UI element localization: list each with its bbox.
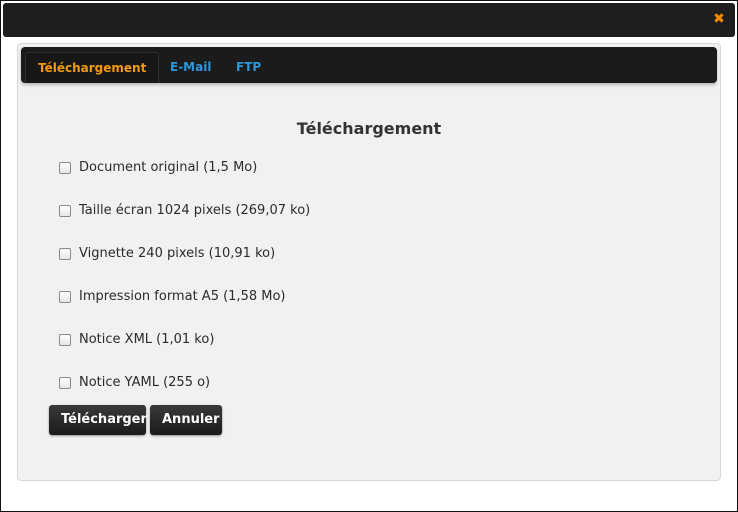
option-label: Vignette 240 pixels (10,91 ko) bbox=[79, 246, 276, 261]
checkbox[interactable] bbox=[59, 334, 71, 346]
option-label: Document original (1,5 Mo) bbox=[79, 160, 258, 175]
checkbox[interactable] bbox=[59, 291, 71, 303]
tab-telechargement[interactable]: Téléchargement bbox=[25, 52, 160, 83]
checkbox[interactable] bbox=[59, 162, 71, 174]
tab-ftp[interactable]: FTP bbox=[224, 52, 273, 83]
checkbox[interactable] bbox=[59, 248, 71, 260]
close-icon[interactable]: ✖ bbox=[712, 12, 726, 26]
download-button[interactable]: Télécharger bbox=[49, 405, 147, 435]
option-label: Notice YAML (255 o) bbox=[79, 375, 211, 390]
dialog-titlebar: ✖ bbox=[3, 3, 735, 37]
download-dialog: ✖ Téléchargement E-Mail FTP Téléchargeme… bbox=[0, 0, 738, 512]
option-label: Impression format A5 (1,58 Mo) bbox=[79, 289, 286, 304]
dialog-panel: Téléchargement E-Mail FTP Téléchargement… bbox=[17, 43, 721, 481]
option-label: Notice XML (1,01 ko) bbox=[79, 332, 215, 347]
checkbox[interactable] bbox=[59, 377, 71, 389]
checkbox[interactable] bbox=[59, 205, 71, 217]
tab-email[interactable]: E-Mail bbox=[158, 52, 223, 83]
tab-bar: Téléchargement E-Mail FTP bbox=[21, 47, 717, 83]
option-label: Taille écran 1024 pixels (269,07 ko) bbox=[79, 203, 311, 218]
section-title: Téléchargement bbox=[296, 119, 442, 138]
cancel-button[interactable]: Annuler bbox=[150, 405, 222, 435]
